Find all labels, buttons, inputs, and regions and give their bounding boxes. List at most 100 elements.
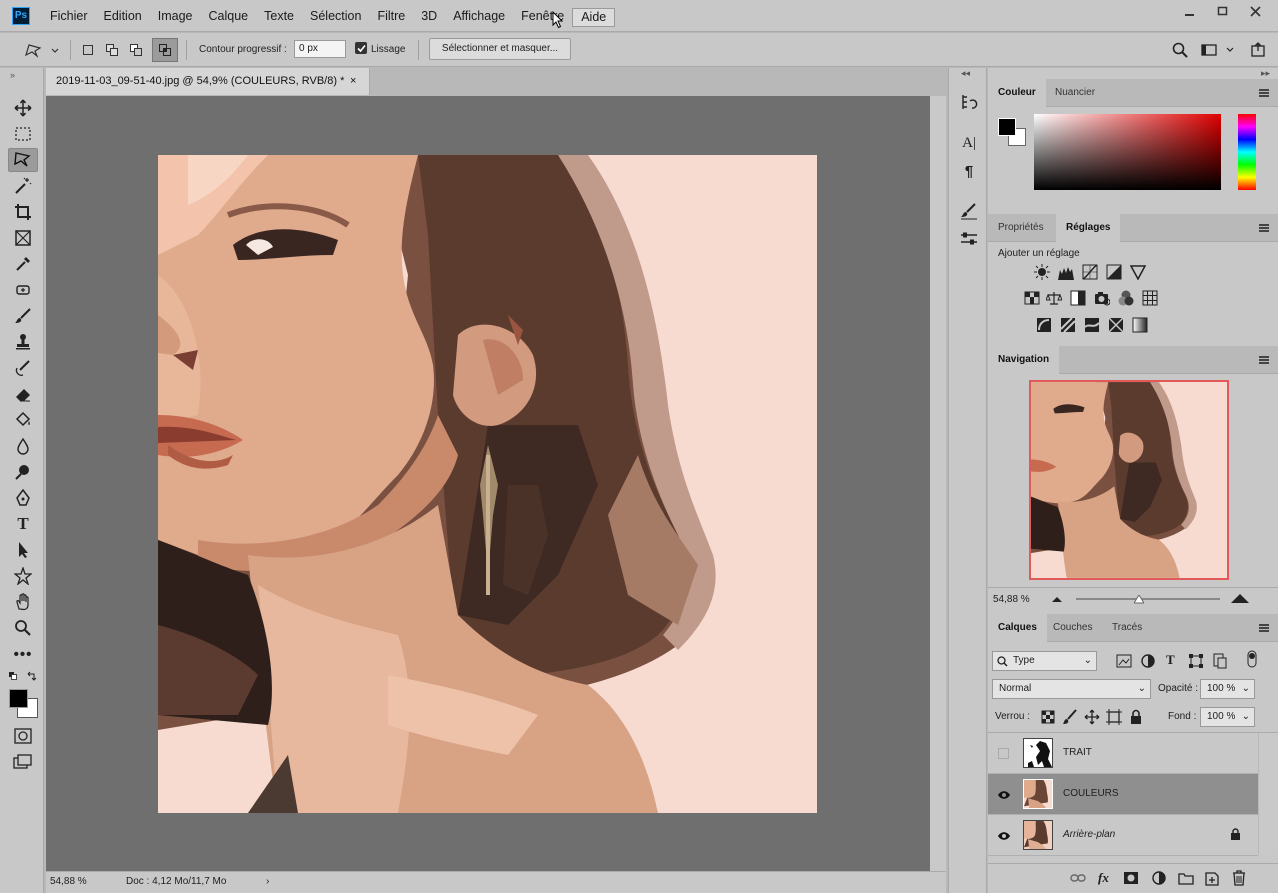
color-lookup-icon[interactable]: [1142, 290, 1158, 306]
filter-toggle-switch[interactable]: [1244, 650, 1260, 672]
tab-couleur[interactable]: Couleur: [988, 79, 1046, 107]
maximize-button[interactable]: [1206, 0, 1239, 22]
feather-input[interactable]: 0 px: [294, 40, 346, 58]
zoom-slider-thumb[interactable]: [1134, 595, 1144, 605]
eraser-tool-icon[interactable]: [8, 382, 38, 406]
brush-tool-icon[interactable]: [8, 304, 38, 328]
tool-preset-picker[interactable]: [22, 39, 62, 61]
eye-icon[interactable]: [997, 790, 1011, 800]
hue-slider[interactable]: [1238, 114, 1256, 190]
new-selection-icon[interactable]: [79, 40, 97, 60]
navigator-zoom-value[interactable]: 54,88 %: [993, 594, 1030, 605]
lock-transparent-icon[interactable]: [1040, 709, 1056, 725]
levels-icon[interactable]: [1058, 264, 1074, 280]
quick-mask-icon[interactable]: [8, 724, 38, 748]
link-layers-icon[interactable]: [1070, 872, 1086, 884]
brush-settings-icon[interactable]: [957, 199, 981, 223]
custom-shape-tool-icon[interactable]: [8, 564, 38, 588]
layer-filter-select[interactable]: Type ⌄: [992, 651, 1097, 671]
status-menu-arrow[interactable]: ›: [266, 876, 269, 887]
healing-brush-tool-icon[interactable]: [8, 278, 38, 302]
frame-tool-icon[interactable]: [8, 226, 38, 250]
fill-field[interactable]: 100 % ⌄: [1200, 707, 1255, 727]
tab-nuancier[interactable]: Nuancier: [1045, 79, 1105, 107]
panel-menu-icon[interactable]: [1259, 89, 1269, 97]
smoothing-checkbox[interactable]: [355, 42, 367, 54]
document-tab[interactable]: 2019-11-03_09-51-40.jpg @ 54,9% (COULEUR…: [46, 68, 370, 95]
menu-selection[interactable]: Sélection: [302, 0, 369, 32]
menu-image[interactable]: Image: [150, 0, 201, 32]
collapse-arrows-icon[interactable]: ▸▸: [1261, 68, 1270, 79]
pen-tool-icon[interactable]: [8, 486, 38, 510]
lock-all-icon[interactable]: [1128, 709, 1144, 725]
gradient-map-icon[interactable]: [1132, 317, 1148, 333]
black-white-icon[interactable]: [1070, 290, 1086, 306]
close-window-button[interactable]: [1239, 0, 1272, 22]
exposure-icon[interactable]: [1106, 264, 1122, 280]
lock-position-icon[interactable]: [1084, 709, 1100, 725]
tab-navigation[interactable]: Navigation: [988, 346, 1060, 374]
collapse-arrows-icon[interactable]: »: [10, 70, 15, 80]
foreground-color-swatch[interactable]: [9, 689, 28, 708]
menu-aide[interactable]: Aide: [572, 8, 616, 27]
collapse-arrows-icon[interactable]: ◂◂: [961, 68, 970, 79]
hand-tool-icon[interactable]: [8, 590, 38, 614]
brush-presets-icon[interactable]: [957, 227, 981, 251]
zoom-tool-icon[interactable]: [8, 616, 38, 640]
filter-adjustment-icon[interactable]: [1140, 653, 1156, 669]
add-selection-icon[interactable]: [103, 40, 121, 60]
vertical-scrollbar[interactable]: [930, 96, 946, 871]
filter-pixel-icon[interactable]: [1116, 653, 1132, 669]
layer-name[interactable]: COULEURS: [1063, 788, 1119, 799]
subtract-selection-icon[interactable]: [127, 40, 145, 60]
screen-mode-icon[interactable]: [8, 750, 38, 774]
color-picker-field[interactable]: [1034, 114, 1221, 190]
blur-tool-icon[interactable]: [8, 434, 38, 458]
layer-row[interactable]: TRAIT: [988, 733, 1258, 774]
crop-tool-icon[interactable]: [8, 200, 38, 224]
paint-bucket-tool-icon[interactable]: [8, 408, 38, 432]
tab-couches[interactable]: Couches: [1043, 614, 1102, 642]
status-zoom[interactable]: 54,88 %: [50, 876, 87, 887]
layer-row[interactable]: COULEURS: [988, 774, 1258, 815]
panel-menu-icon[interactable]: [1259, 356, 1269, 364]
share-icon[interactable]: [1246, 40, 1270, 60]
intersect-selection-icon[interactable]: [152, 38, 178, 62]
default-colors-icon[interactable]: [8, 671, 38, 685]
navigator-preview[interactable]: [1029, 380, 1229, 580]
more-tools-icon[interactable]: •••: [8, 642, 38, 666]
brightness-contrast-icon[interactable]: [1034, 264, 1050, 280]
eye-icon[interactable]: [997, 831, 1011, 841]
lock-image-icon[interactable]: [1062, 709, 1078, 725]
path-selection-tool-icon[interactable]: [8, 538, 38, 562]
image-canvas[interactable]: [158, 155, 817, 813]
tab-calques[interactable]: Calques: [988, 614, 1047, 642]
new-layer-icon[interactable]: [1205, 870, 1219, 886]
history-brush-tool-icon[interactable]: [8, 356, 38, 380]
paragraph-panel-icon[interactable]: ¶: [957, 159, 981, 183]
zoom-slider-track[interactable]: [1076, 598, 1220, 600]
panel-menu-icon[interactable]: [1259, 224, 1269, 232]
tab-reglages[interactable]: Réglages: [1056, 214, 1121, 242]
posterize-icon[interactable]: [1060, 317, 1076, 333]
visibility-toggle-off[interactable]: [998, 748, 1009, 759]
dodge-tool-icon[interactable]: [8, 460, 38, 484]
menu-filtre[interactable]: Filtre: [369, 0, 413, 32]
layer-name[interactable]: Arrière-plan: [1063, 829, 1115, 840]
menu-affichage[interactable]: Affichage: [445, 0, 513, 32]
layer-name[interactable]: TRAIT: [1063, 747, 1092, 758]
select-and-mask-button[interactable]: Sélectionner et masquer...: [429, 38, 571, 60]
lock-artboard-icon[interactable]: [1106, 709, 1122, 725]
new-adjustment-layer-icon[interactable]: [1151, 870, 1167, 886]
tab-proprietes[interactable]: Propriétés: [988, 214, 1054, 242]
vibrance-icon[interactable]: [1130, 264, 1146, 280]
zoom-in-icon[interactable]: [1231, 593, 1249, 603]
foreground-color-swatch[interactable]: [998, 118, 1016, 136]
add-mask-icon[interactable]: [1123, 871, 1139, 885]
panel-menu-icon[interactable]: [1259, 624, 1269, 632]
color-balance-icon[interactable]: [1046, 290, 1062, 306]
marquee-tool-icon[interactable]: [8, 122, 38, 146]
invert-icon[interactable]: [1036, 317, 1052, 333]
zoom-out-icon[interactable]: [1052, 596, 1062, 602]
polygonal-lasso-tool-icon[interactable]: [8, 148, 38, 172]
